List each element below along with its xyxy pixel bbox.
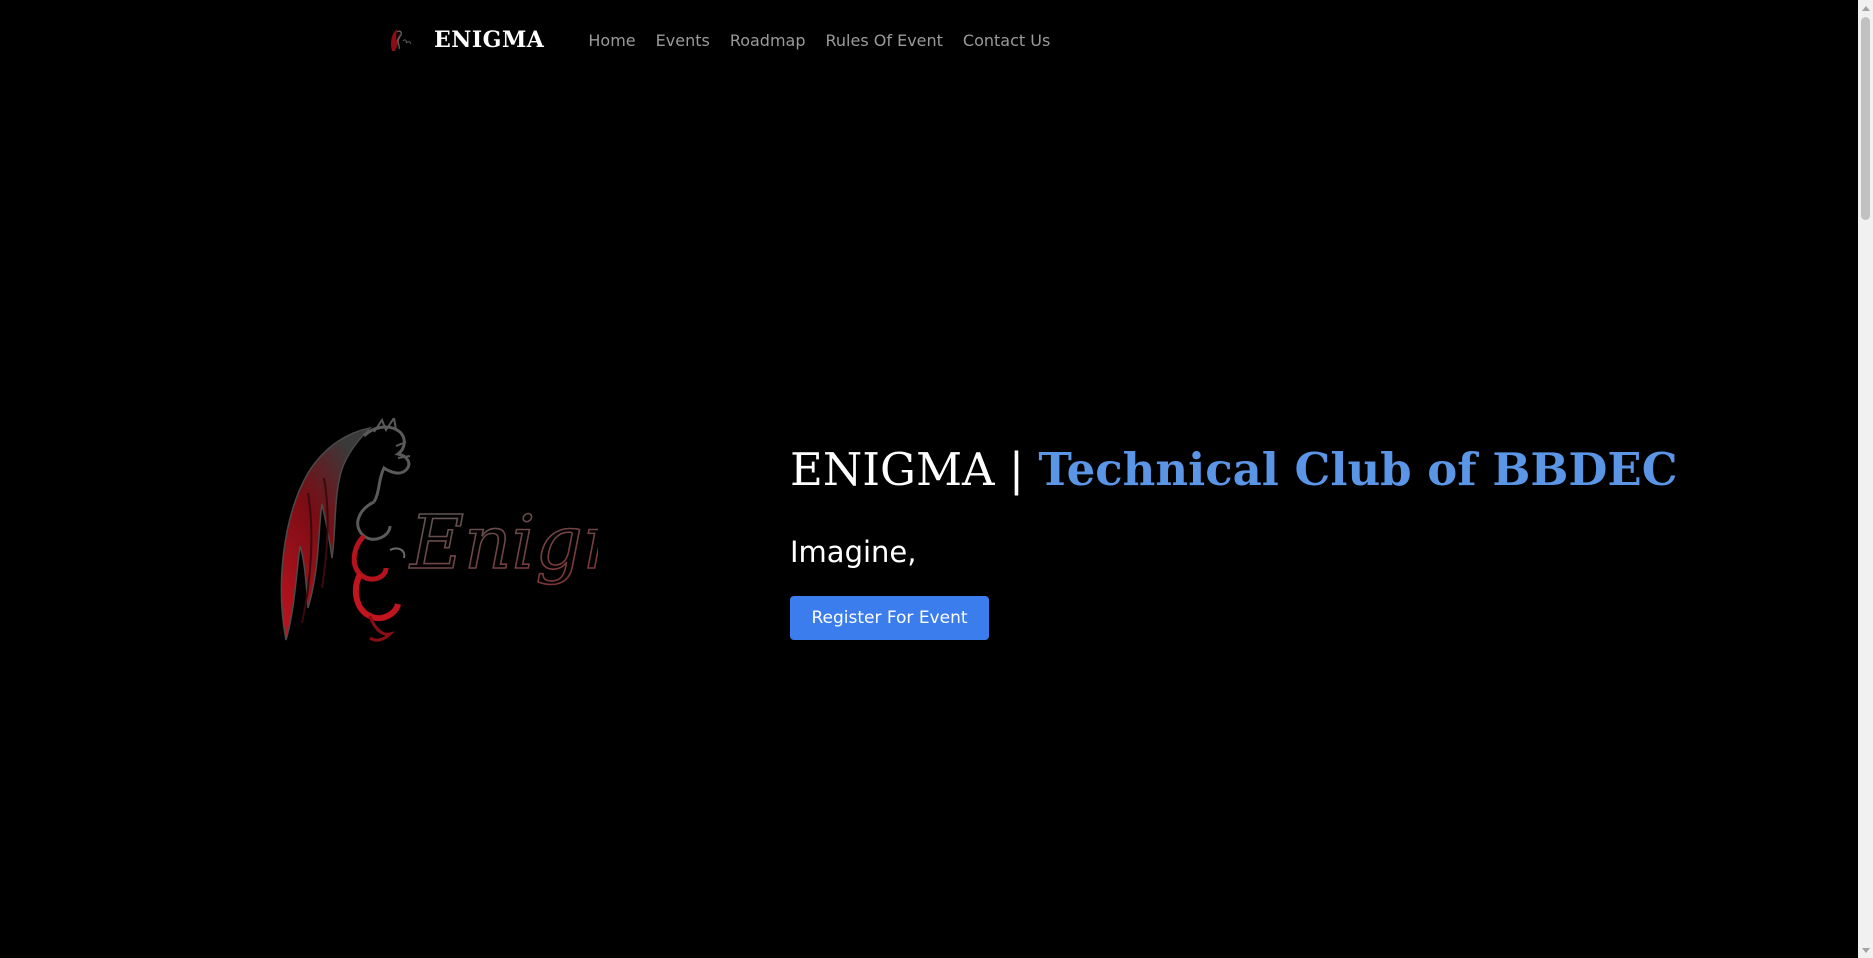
navbar: ENIGMA Home Events Roadmap Rules Of Even… xyxy=(386,18,1050,62)
vertical-scrollbar[interactable] xyxy=(1858,0,1873,958)
scroll-thumb[interactable] xyxy=(1861,17,1870,220)
hero-subtitle: Imagine, xyxy=(790,535,917,569)
hero-title-accent: Technical Club of BBDEC xyxy=(1038,443,1678,496)
page: ENIGMA Home Events Roadmap Rules Of Even… xyxy=(0,0,1858,958)
hero-title-separator: | xyxy=(1008,443,1025,496)
scroll-up-icon[interactable] xyxy=(1858,0,1873,15)
hero-title: ENIGMA | Technical Club of BBDEC xyxy=(790,443,1678,496)
logo-wordmark: Enigma xyxy=(408,500,598,586)
enigma-logo-icon[interactable] xyxy=(386,25,416,55)
nav-link-contact-us[interactable]: Contact Us xyxy=(963,31,1050,50)
brand-name[interactable]: ENIGMA xyxy=(434,27,544,53)
enigma-dragon-logo: Enigma xyxy=(280,418,598,642)
nav-link-events[interactable]: Events xyxy=(656,31,710,50)
hero-title-main: ENIGMA xyxy=(790,443,995,496)
nav-link-roadmap[interactable]: Roadmap xyxy=(730,31,806,50)
nav-link-rules-of-event[interactable]: Rules Of Event xyxy=(826,31,943,50)
nav-link-home[interactable]: Home xyxy=(588,31,635,50)
scroll-down-icon[interactable] xyxy=(1858,943,1873,958)
register-for-event-button[interactable]: Register For Event xyxy=(790,596,989,640)
nav-links: Home Events Roadmap Rules Of Event Conta… xyxy=(588,31,1050,50)
